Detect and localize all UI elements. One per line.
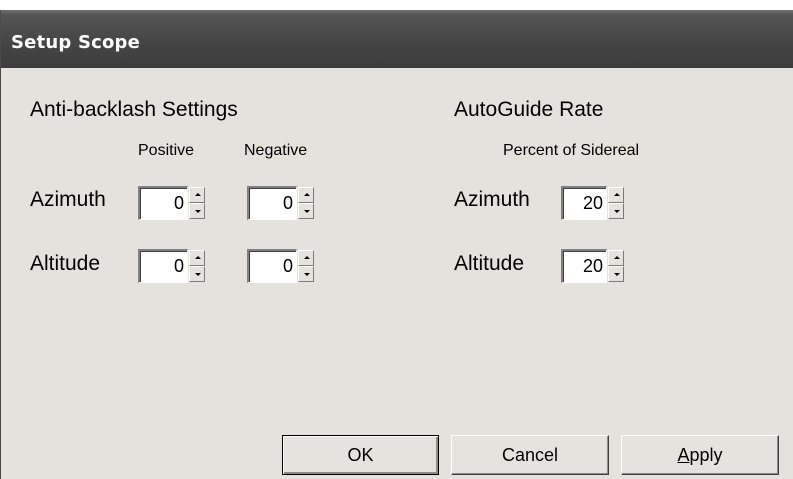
autoguide-azimuth-input[interactable]: 20	[561, 186, 607, 220]
autoguide-azimuth-down-button[interactable]	[608, 203, 624, 219]
setup-scope-dialog: Setup Scope Anti-backlash Settings Posit…	[0, 10, 793, 479]
autoguide-altitude-input[interactable]: 20	[561, 249, 607, 283]
autoguide-heading: AutoGuide Rate	[454, 98, 604, 121]
down-arrow-icon	[304, 273, 310, 276]
autoguide-azimuth-up-button[interactable]	[608, 187, 624, 203]
up-arrow-icon	[304, 193, 310, 196]
backlash-azimuth-positive-down-button[interactable]	[189, 203, 205, 219]
negative-column-label: Negative	[244, 142, 308, 159]
down-arrow-icon	[614, 210, 620, 213]
autoguide-altitude-down-button[interactable]	[608, 266, 624, 282]
autoguide-azimuth-spinner: 20	[561, 186, 643, 220]
positive-column-label: Positive	[138, 142, 195, 159]
up-arrow-icon	[614, 256, 620, 259]
backlash-altitude-negative-down-button[interactable]	[298, 266, 314, 282]
backlash-altitude-label: Altitude	[30, 252, 101, 275]
up-arrow-icon	[195, 193, 201, 196]
backlash-azimuth-positive-spinner: 0	[138, 186, 220, 220]
ok-button[interactable]: OK	[282, 435, 439, 475]
backlash-altitude-negative-input[interactable]: 0	[247, 249, 297, 283]
up-arrow-icon	[304, 256, 310, 259]
up-arrow-icon	[195, 256, 201, 259]
backlash-azimuth-label: Azimuth	[30, 188, 106, 211]
backlash-azimuth-negative-spinner: 0	[247, 186, 329, 220]
backlash-altitude-positive-up-button[interactable]	[189, 250, 205, 266]
down-arrow-icon	[195, 210, 201, 213]
up-arrow-icon	[614, 193, 620, 196]
backlash-altitude-negative-spinner: 0	[247, 249, 329, 283]
dialog-body: Anti-backlash Settings Positive Negative…	[1, 68, 793, 479]
backlash-altitude-positive-down-button[interactable]	[189, 266, 205, 282]
autoguide-altitude-spinner: 20	[561, 249, 643, 283]
cancel-button[interactable]: Cancel	[451, 435, 609, 475]
down-arrow-icon	[195, 273, 201, 276]
backlash-azimuth-positive-up-button[interactable]	[189, 187, 205, 203]
backlash-altitude-negative-up-button[interactable]	[298, 250, 314, 266]
anti-backlash-heading: Anti-backlash Settings	[30, 98, 238, 121]
backlash-azimuth-negative-input[interactable]: 0	[247, 186, 297, 220]
autoguide-altitude-up-button[interactable]	[608, 250, 624, 266]
backlash-azimuth-negative-up-button[interactable]	[298, 187, 314, 203]
backlash-altitude-positive-input[interactable]: 0	[138, 249, 188, 283]
window-title: Setup Scope	[11, 32, 141, 53]
backlash-azimuth-positive-input[interactable]: 0	[138, 186, 188, 220]
backlash-altitude-positive-spinner: 0	[138, 249, 220, 283]
down-arrow-icon	[304, 210, 310, 213]
autoguide-altitude-label: Altitude	[454, 252, 525, 275]
down-arrow-icon	[614, 273, 620, 276]
autoguide-azimuth-label: Azimuth	[454, 188, 530, 211]
apply-button[interactable]: Apply	[621, 435, 779, 475]
percent-sidereal-label: Percent of Sidereal	[503, 142, 640, 159]
backlash-azimuth-negative-down-button[interactable]	[298, 203, 314, 219]
title-bar[interactable]: Setup Scope	[1, 10, 793, 68]
